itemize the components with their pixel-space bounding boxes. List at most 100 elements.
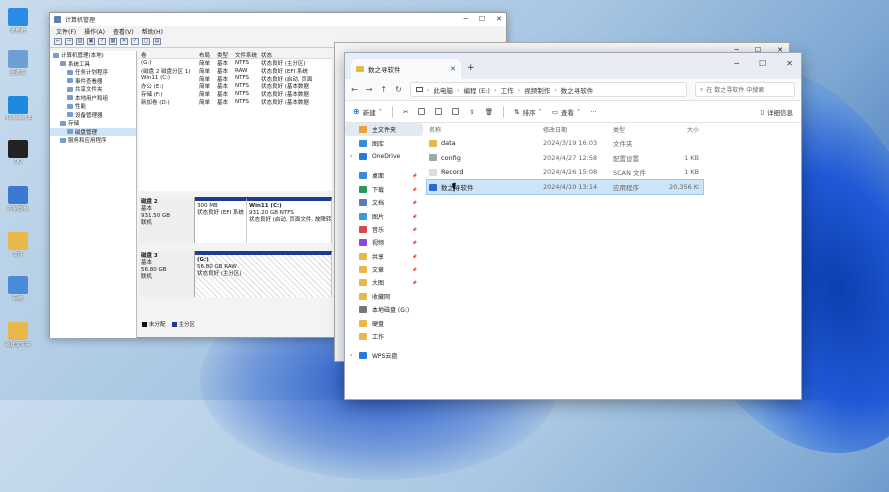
nav-item[interactable]: 主文件夹: [345, 123, 423, 137]
chevron-right-icon[interactable]: ›: [350, 153, 352, 160]
partition-c[interactable]: Win11 (C:) 931.20 GB NTFS 状态良好 (启动, 页面文件…: [247, 197, 332, 243]
minimize-button[interactable]: ─: [464, 15, 468, 23]
tree-item[interactable]: 计算机管理(本地): [50, 51, 136, 60]
rename-icon[interactable]: [452, 108, 460, 115]
nav-item[interactable]: 文章 📌: [345, 263, 423, 276]
toolbar-button[interactable]: ▢: [142, 38, 150, 45]
menu-item[interactable]: 查看(V): [113, 27, 134, 36]
nav-item[interactable]: 音乐 📌: [345, 223, 423, 236]
column-header[interactable]: 类型: [215, 51, 233, 58]
nav-item[interactable]: 收藏网: [345, 290, 423, 303]
toolbar-button[interactable]: ✕: [120, 38, 128, 45]
column-header[interactable]: 修改日期: [541, 125, 611, 134]
volume-row[interactable]: 存储 (F:) 简单 基本 NTFS 状态良好 (基本数据: [139, 90, 332, 98]
breadcrumb-item[interactable]: 数之寻软件: [561, 85, 594, 95]
volume-row[interactable]: 新加卷 (D:) 简单 基本 NTFS 状态良好 (基本数据: [139, 98, 332, 106]
copy-icon[interactable]: [418, 108, 426, 115]
volume-row[interactable]: 办公 (E:) 简单 基本 NTFS 状态良好 (基本数据: [139, 82, 332, 90]
toolbar-button[interactable]: ?: [98, 38, 106, 45]
forward-arrow-icon[interactable]: →: [366, 85, 373, 94]
details-button[interactable]: ▯ 详细信息: [760, 107, 793, 117]
breadcrumb-item[interactable]: 工作: [501, 85, 514, 95]
partition-g[interactable]: (G:) 56.80 GB RAW 状态良好 (主分区): [195, 251, 332, 297]
column-header[interactable]: 卷: [139, 51, 197, 58]
toolbar-button[interactable]: ←: [54, 38, 62, 45]
tab-active[interactable]: 数之寻软件 ✕: [351, 59, 461, 79]
breadcrumb[interactable]: › 此电脑 › 编程 (E:) › 工作 › 视频制作 › 数之寻软件: [409, 82, 687, 97]
toolbar-button[interactable]: ▣: [87, 38, 95, 45]
view-button[interactable]: ▭ 查看 ˅: [552, 107, 580, 117]
desktop-icon-item[interactable]: 此电脑: [4, 8, 32, 34]
up-arrow-icon[interactable]: ↑: [380, 85, 387, 94]
nav-item[interactable]: 图片 📌: [345, 209, 423, 222]
close-tab-icon[interactable]: ✕: [450, 65, 456, 73]
tree-item[interactable]: 服务和应用程序: [50, 136, 136, 145]
column-header[interactable]: 布局: [197, 51, 215, 58]
disk-2-row[interactable]: 磁盘 2 基本 931.50 GB 联机 300 MB 状态良好 (EFI 系统…: [139, 197, 332, 243]
tree-item[interactable]: 任务计划程序: [50, 68, 136, 77]
delete-icon[interactable]: 🗑: [485, 108, 493, 116]
nav-item[interactable]: 大图 📌: [345, 276, 423, 289]
file-row[interactable]: config 2024/4/27 12:58 配置设置 1 KB: [427, 151, 703, 166]
menu-item[interactable]: 操作(A): [84, 27, 105, 36]
cut-icon[interactable]: ✂: [403, 108, 408, 116]
volume-row[interactable]: (磁盘 2 磁盘分区 1) 简单 基本 RAW 状态良好 (EFI 系统: [139, 67, 332, 75]
paste-icon[interactable]: [435, 108, 443, 115]
minimize-button[interactable]: ─: [734, 59, 739, 68]
tree-item[interactable]: 存储: [50, 119, 136, 128]
column-header[interactable]: 类型: [611, 125, 667, 134]
toolbar-button[interactable]: ▤: [153, 38, 161, 45]
nav-item[interactable]: 工作: [345, 330, 423, 343]
toolbar-button[interactable]: ▤: [76, 38, 84, 45]
maximize-button[interactable]: ☐: [479, 15, 485, 23]
navigation-pane[interactable]: 主文件夹 图库 › OneDrive 桌面 📌 下载 📌 文档 📌 图片 📌 音乐 📌 视频 📌 共享 📌 文章 📌 大…: [345, 123, 423, 401]
menu-item[interactable]: 文件(F): [56, 27, 76, 36]
column-header[interactable]: 大小: [667, 125, 699, 134]
column-header[interactable]: 状态: [259, 51, 323, 58]
nav-item[interactable]: 图库: [345, 136, 423, 149]
volume-row[interactable]: Win11 (C:) 简单 基本 NTFS 状态良好 (启动, 页面: [139, 75, 332, 82]
chevron-right-icon[interactable]: ›: [350, 352, 352, 359]
nav-item[interactable]: 硬盘: [345, 316, 423, 329]
file-row[interactable]: data 2024/3/19 16:03 文件夹: [427, 136, 703, 151]
desktop-icon-item[interactable]: QQ: [4, 140, 32, 165]
nav-item[interactable]: 共享 📌: [345, 250, 423, 263]
column-header[interactable]: 名称: [427, 125, 541, 134]
file-row[interactable]: 数之寻软件2024/4/10 13:14 应用程序 20,356 KB: [426, 178, 704, 195]
column-header[interactable]: 文件系统: [233, 51, 259, 58]
disk-3-row[interactable]: 磁盘 3 基本 56.80 GB 联机 (G:) 56.80 GB RAW 状态…: [139, 251, 332, 297]
nav-item[interactable]: › WPS云盘: [345, 349, 423, 362]
desktop-icon-item[interactable]: Microsoft Edge: [4, 96, 32, 121]
nav-item[interactable]: 视频 📌: [345, 236, 423, 249]
desktop-icon-item[interactable]: 控制面板: [4, 186, 32, 212]
breadcrumb-item[interactable]: 视频制作: [524, 85, 550, 95]
tree-item[interactable]: 磁盘管理: [50, 127, 136, 136]
tree-item[interactable]: 系统工具: [50, 60, 136, 69]
more-button[interactable]: ···: [590, 108, 596, 116]
volume-row[interactable]: (G:) 简单 基本 NTFS 状态良好 (主分区): [139, 59, 332, 67]
tree-item[interactable]: 性能: [50, 102, 136, 111]
share-icon[interactable]: ⇪: [469, 108, 474, 116]
tree-item[interactable]: 本地用户和组: [50, 94, 136, 103]
sort-button[interactable]: ⇅ 排序 ˅: [514, 107, 542, 117]
desktop-icon-item[interactable]: 网络: [4, 276, 32, 302]
file-explorer-window[interactable]: 数之寻软件 ✕ + ─ ☐ ✕ ← → ↑ ↻ › 此电脑 › 编程 (E:) › 工作 ›…: [344, 52, 802, 400]
nav-item[interactable]: 文档 📌: [345, 196, 423, 209]
new-button[interactable]: ⊕ 新建 ˅: [353, 107, 382, 117]
new-tab-button[interactable]: +: [467, 63, 475, 73]
volume-list[interactable]: 卷布局 类型 文件系统 状态 (G:) 简单 基本 NTFS 状态良好 (主分区) (磁盘 2 …: [139, 51, 332, 191]
nav-item[interactable]: › OneDrive: [345, 150, 423, 163]
tree-item[interactable]: 共享文件夹: [50, 85, 136, 94]
menu-item[interactable]: 帮助(H): [142, 27, 163, 36]
toolbar-button[interactable]: →: [65, 38, 73, 45]
nav-item[interactable]: 本地磁盘 (G:): [345, 303, 423, 316]
desktop-icon-item[interactable]: 新建文件夹: [4, 322, 32, 348]
nav-item[interactable]: 下载 📌: [345, 183, 423, 196]
mmc-tree[interactable]: 计算机管理(本地) 系统工具 任务计划程序 事件查看器 共享文件夹 本地用户和组 性能 设备管…: [50, 51, 137, 338]
close-button[interactable]: ✕: [496, 15, 502, 23]
toolbar-button[interactable]: ▦: [109, 38, 117, 45]
tree-item[interactable]: 设备管理器: [50, 111, 136, 120]
toolbar-button[interactable]: ✓: [131, 38, 139, 45]
nav-item[interactable]: 桌面 📌: [345, 169, 423, 182]
desktop-icon-item[interactable]: 回收站: [4, 50, 32, 76]
